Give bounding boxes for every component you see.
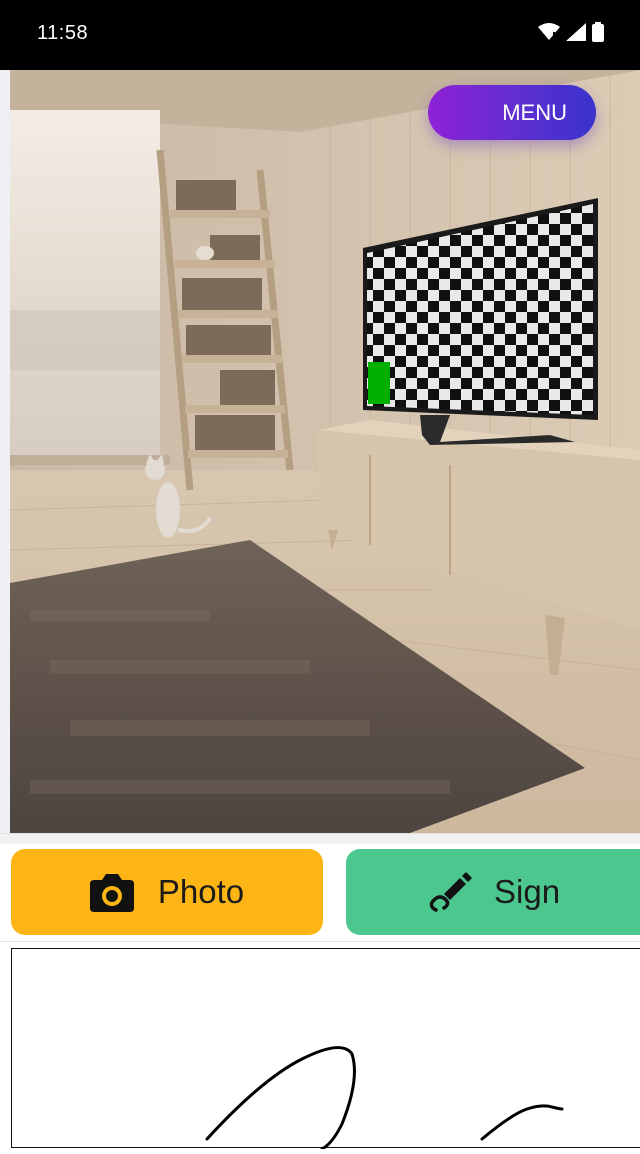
status-icons (538, 22, 604, 42)
wifi-icon (538, 23, 560, 40)
signature-pad[interactable] (11, 948, 640, 1151)
section-divider (0, 833, 640, 844)
menu-label: MENU (502, 99, 567, 125)
status-time: 11:58 (37, 22, 89, 44)
sign-button[interactable]: Sign (346, 849, 640, 935)
battery-icon (592, 22, 604, 42)
sign-button-label: Sign (494, 873, 561, 910)
section-divider-bottom (0, 941, 640, 942)
signature-stroke (205, 1046, 564, 1151)
menu-button[interactable]: MENU (428, 85, 596, 140)
room-photo (10, 70, 640, 833)
photo-button[interactable]: Photo (11, 849, 323, 935)
camera-icon (89, 874, 134, 912)
photo-left-border (0, 70, 10, 833)
photo-button-label: Photo (157, 873, 245, 910)
signature-pen-icon (429, 872, 472, 912)
signal-icon (566, 23, 586, 41)
status-bar: 11:58 (0, 0, 640, 70)
